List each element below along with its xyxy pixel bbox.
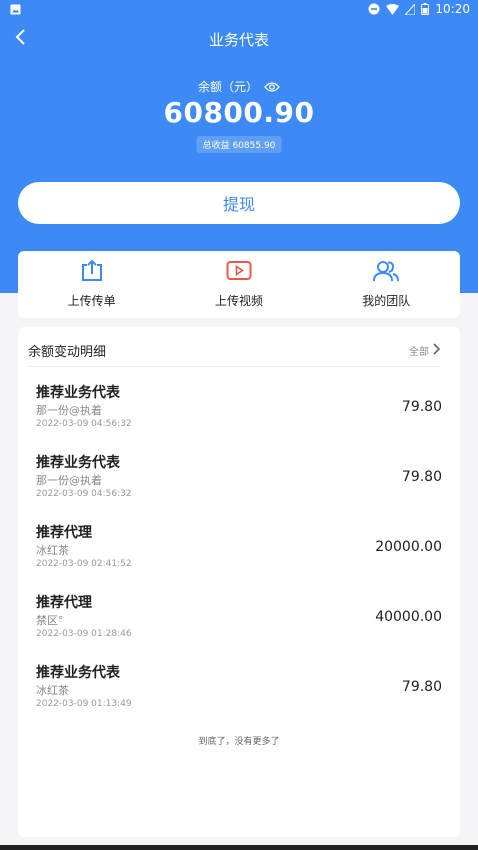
record-time: 2022-03-09 01:13:49 [36, 699, 132, 709]
detail-title: 余额变动明细 [28, 345, 107, 360]
withdraw-button[interactable]: 提现 [18, 182, 460, 224]
upload-flyer-button[interactable]: 上传传单 [32, 259, 152, 309]
upload-icon [80, 259, 104, 286]
record-time: 2022-03-09 04:56:32 [36, 419, 132, 429]
balance-amount: 60800.90 [163, 96, 315, 129]
balance-detail-card: 余额变动明细 全部 推荐业务代表 那一份@执着 2022-03-09 04:56… [18, 327, 460, 837]
chevron-left-icon [14, 28, 26, 50]
bottom-edge [0, 845, 478, 850]
end-of-list-text: 到底了，没有更多了 [198, 737, 280, 747]
record-user: 那一份@执着 [36, 474, 102, 487]
list-item[interactable]: 推荐代理 禁区° 2022-03-09 01:28:46 40000.00 [36, 592, 442, 654]
nav-bar: 业务代表 [0, 22, 478, 56]
wifi-icon [386, 3, 400, 15]
balance-label: 余额（元） [197, 80, 258, 94]
actions-card: 上传传单 上传视频 我的团队 [18, 251, 460, 318]
record-type: 推荐代理 [36, 525, 92, 541]
video-play-icon [226, 260, 252, 286]
record-type: 推荐业务代表 [36, 455, 120, 471]
detail-header: 余额变动明细 全部 [28, 335, 441, 367]
minus-circle-icon [368, 3, 380, 15]
record-user: 那一份@执着 [36, 404, 102, 417]
record-time: 2022-03-09 02:41:52 [36, 559, 132, 569]
record-user: 冰红茶 [36, 684, 69, 697]
total-income-badge: 总收益 60855.90 [196, 136, 282, 153]
record-amount: 79.80 [401, 399, 442, 415]
page-title: 业务代表 [208, 30, 269, 49]
record-amount: 79.80 [401, 679, 442, 695]
my-team-button[interactable]: 我的团队 [326, 260, 446, 309]
status-bar: 10:20 [0, 0, 478, 18]
chevron-right-icon [433, 343, 441, 358]
list-item[interactable]: 推荐业务代表 那一份@执着 2022-03-09 04:56:32 79.80 [36, 382, 442, 444]
eye-icon[interactable] [264, 81, 280, 93]
back-button[interactable] [6, 25, 34, 53]
record-type: 推荐业务代表 [36, 665, 120, 681]
upload-flyer-label: 上传传单 [67, 294, 116, 308]
upload-video-label: 上传视频 [214, 294, 263, 308]
gallery-icon [10, 4, 21, 15]
list-item[interactable]: 推荐代理 冰红茶 2022-03-09 02:41:52 20000.00 [36, 522, 442, 584]
view-all-label: 全部 [409, 347, 429, 358]
record-type: 推荐代理 [36, 595, 92, 611]
list-item[interactable]: 推荐业务代表 那一份@执着 2022-03-09 04:56:32 79.80 [36, 452, 442, 514]
team-icon [372, 260, 400, 286]
my-team-label: 我的团队 [362, 294, 411, 308]
status-time: 10:20 [435, 2, 470, 16]
battery-icon [421, 3, 430, 15]
balance-label-row: 余额（元） [0, 78, 478, 95]
record-type: 推荐业务代表 [36, 385, 120, 401]
upload-video-button[interactable]: 上传视频 [179, 260, 299, 309]
view-all-link[interactable]: 全部 [409, 343, 441, 358]
list-item[interactable]: 推荐业务代表 冰红茶 2022-03-09 01:13:49 79.80 [36, 662, 442, 724]
record-user: 冰红茶 [36, 544, 69, 557]
sim-off-icon [405, 3, 416, 15]
record-user: 禁区° [36, 614, 64, 627]
record-time: 2022-03-09 04:56:32 [36, 489, 132, 499]
record-amount: 40000.00 [375, 609, 442, 625]
record-amount: 20000.00 [375, 539, 442, 555]
record-time: 2022-03-09 01:28:46 [36, 629, 132, 639]
record-amount: 79.80 [401, 469, 442, 485]
